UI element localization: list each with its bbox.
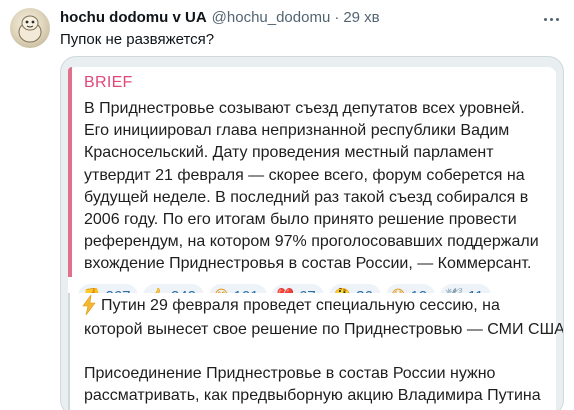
brief-source-label: BRIEF xyxy=(84,74,133,91)
second-post-headline-line2: которой вынесет свое решение по Приднест… xyxy=(84,321,564,338)
brief-accent-bar xyxy=(68,67,72,277)
tweet-text: Пупок не развяжется? xyxy=(60,31,215,48)
lightning-icon xyxy=(82,295,96,315)
tweet-media-screenshot[interactable]: BRIEF В Приднестровье созывают съезд деп… xyxy=(60,56,564,410)
tweet-header: hochu dodomu v UA @hochu_dodomu · 29 хв xyxy=(60,9,534,29)
brief-post-text: В Приднестровье созывают съезд депутатов… xyxy=(84,100,539,273)
second-post: Путин 29 февраля проведет специальную се… xyxy=(68,293,563,410)
second-post-bar xyxy=(68,293,70,410)
timestamp[interactable]: 29 хв xyxy=(343,9,379,26)
second-post-headline-line1: Путин 29 февраля проведет специальную се… xyxy=(101,297,500,314)
author-handle[interactable]: @hochu_dodomu xyxy=(212,9,331,26)
separator: · xyxy=(334,9,340,26)
second-post-paragraph: Присоединение Приднестровье в состав Рос… xyxy=(84,365,541,404)
author-name[interactable]: hochu dodomu v UA xyxy=(60,9,207,26)
avatar[interactable] xyxy=(10,8,50,48)
more-options-icon[interactable] xyxy=(540,10,562,28)
